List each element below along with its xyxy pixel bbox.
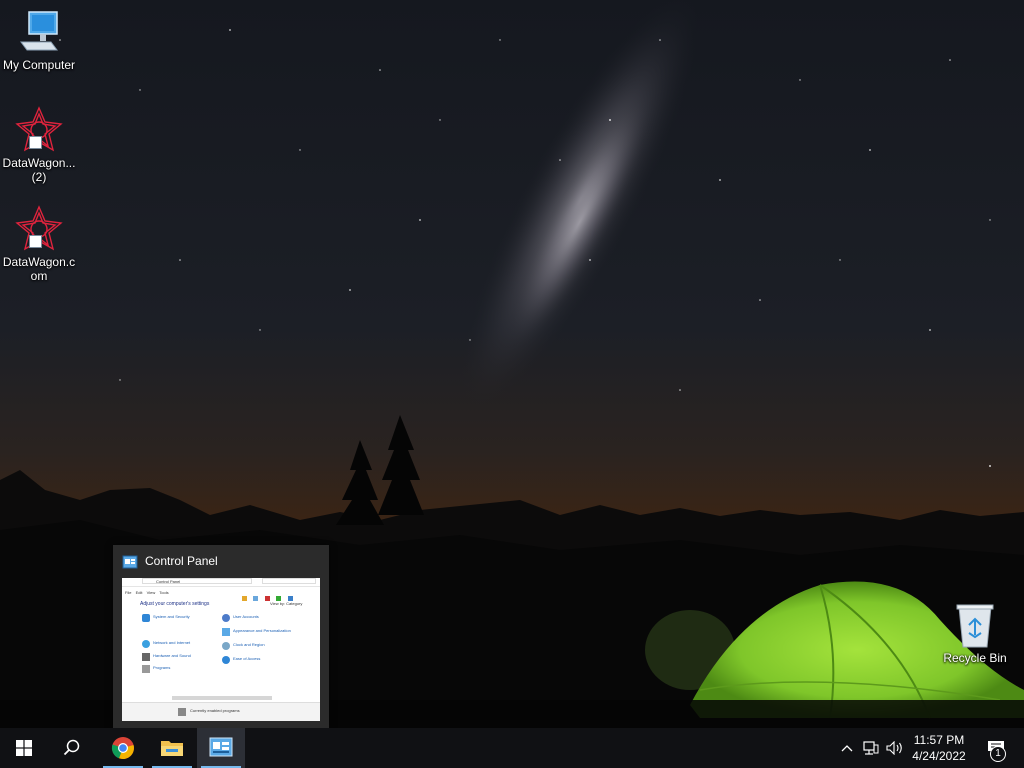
notification-count-badge: 1 (990, 746, 1006, 762)
desktop-icon-label: My Computer (2, 58, 76, 72)
clock-time: 11:57 PM (913, 733, 965, 747)
folder-icon (161, 741, 183, 756)
thumb-address-bar (142, 578, 252, 584)
control-panel-icon (209, 737, 233, 757)
taskbar: 11:57 PM 4/24/2022 1 (0, 728, 1024, 768)
control-panel-icon (122, 555, 138, 569)
thumb-toolbar (242, 588, 318, 601)
desktop-icon-my-computer[interactable]: My Computer (0, 8, 78, 72)
file-explorer-button[interactable] (148, 728, 196, 768)
thumb-scrollbar (172, 696, 272, 700)
clock-date: 4/24/2022 (912, 749, 966, 763)
thumb-heading: Adjust your computer's settings (140, 601, 210, 607)
desktop-icon-recycle-bin[interactable]: Recycle Bin (936, 603, 1014, 665)
desktop-icon-label: DataWagon... (2) (2, 156, 76, 184)
control-panel-button[interactable] (197, 728, 245, 768)
clock-button[interactable]: 11:57 PM 4/24/2022 (906, 728, 972, 768)
thumb-menu: File Edit View Tools (125, 590, 169, 595)
chrome-button[interactable] (99, 728, 147, 768)
windows-logo-icon (16, 740, 32, 756)
thumb-status-bar: Currently enabled programs (122, 702, 320, 721)
preview-thumbnail: Control Panel File Edit View Tools Adjus… (122, 578, 320, 721)
start-button[interactable] (0, 728, 48, 768)
speaker-icon (886, 741, 902, 755)
action-center-button[interactable]: 1 (976, 728, 1016, 768)
thumb-search-box (262, 578, 316, 584)
desktop-icon-label: Recycle Bin (943, 651, 1007, 665)
desktop-icon-label: DataWagon.c om (2, 255, 76, 283)
thumb-category-right: User Accounts Appearance and Personaliza… (222, 614, 318, 670)
shortcut-arrow-icon (29, 235, 42, 248)
recycle-bin-icon (956, 604, 994, 648)
show-hidden-icons-button[interactable] (838, 728, 856, 768)
taskbar-thumbnail-preview[interactable]: Control Panel Control Panel File Edit Vi… (113, 545, 329, 728)
thumb-view-by: View by: Category (270, 601, 303, 606)
shortcut-arrow-icon (29, 136, 42, 149)
network-button[interactable] (860, 728, 882, 768)
preview-title: Control Panel (145, 554, 218, 568)
monitor-icon (20, 11, 58, 51)
desktop-icon-datawagon-com[interactable]: DataWagon.c om (0, 205, 78, 283)
thumb-category-left: System and Security Network and Internet… (142, 614, 222, 677)
volume-button[interactable] (884, 728, 906, 768)
search-icon (63, 739, 80, 756)
desktop-icon-datawagon-2[interactable]: DataWagon... (2) (0, 106, 78, 184)
chevron-up-icon (841, 745, 853, 752)
search-button[interactable] (48, 728, 96, 768)
network-icon (863, 741, 879, 755)
chrome-icon (111, 737, 134, 760)
